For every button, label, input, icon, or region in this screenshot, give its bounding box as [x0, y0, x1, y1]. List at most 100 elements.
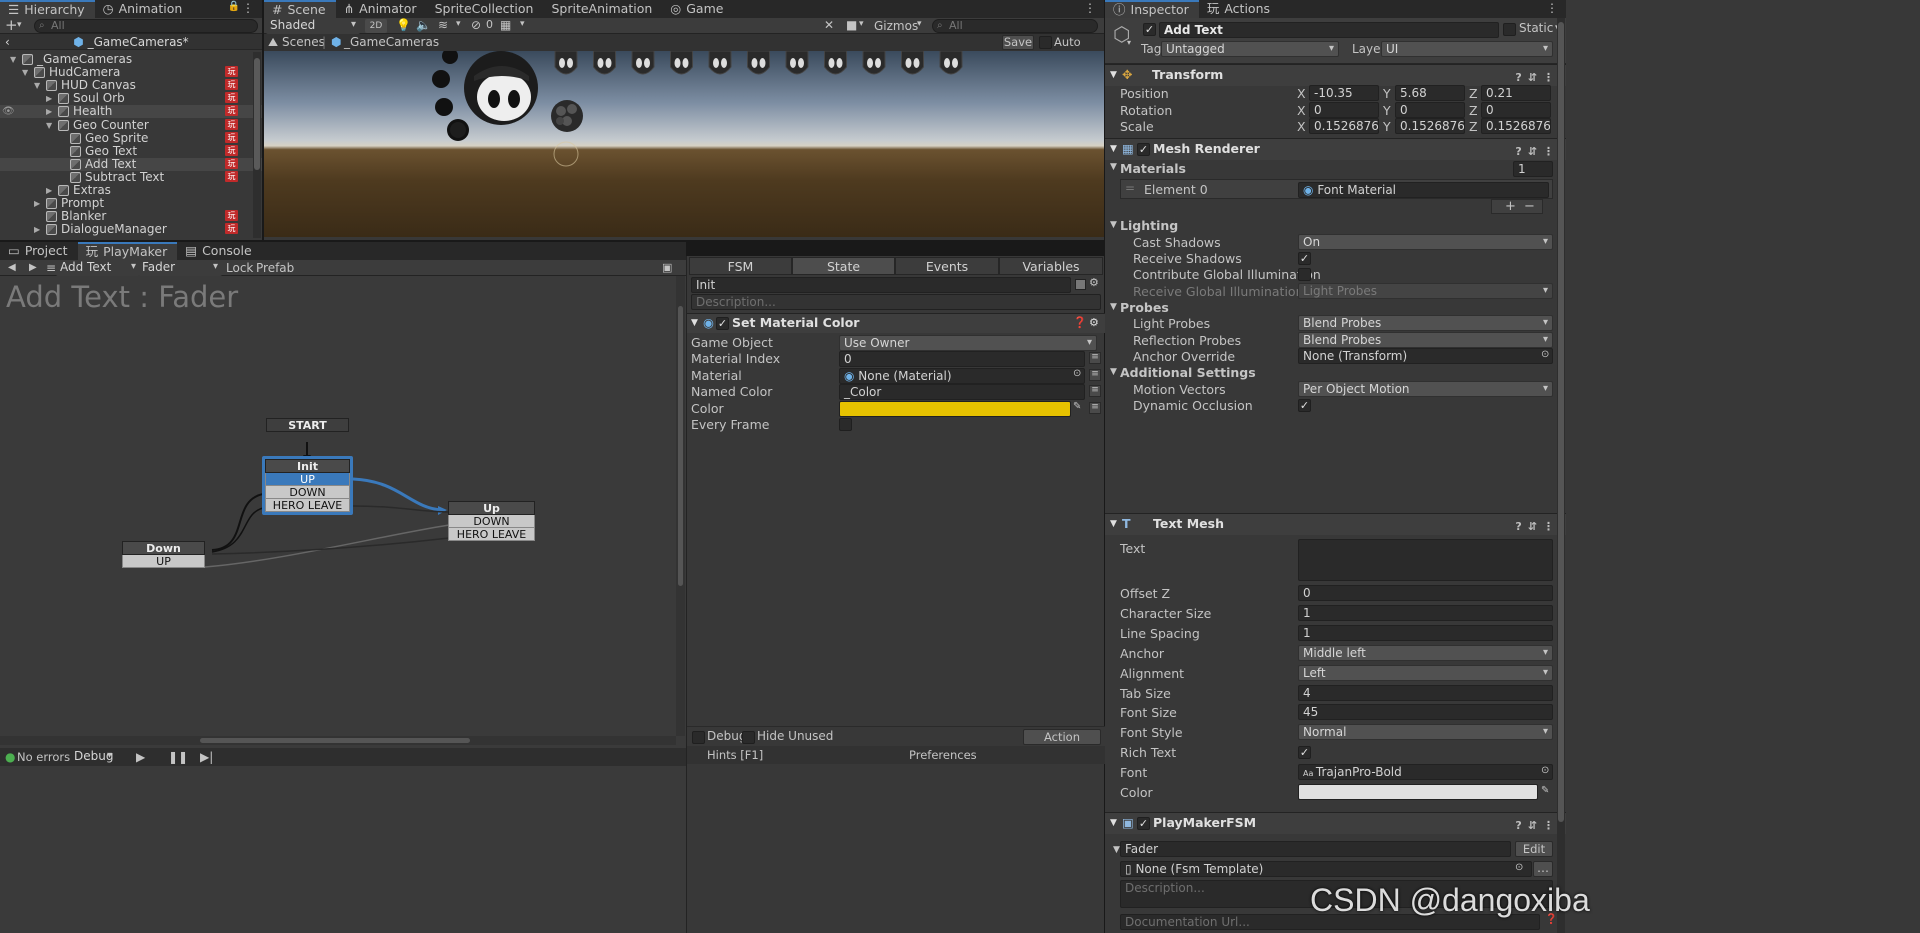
graph-vertical-scrollbar[interactable]: [676, 276, 685, 736]
static-checkbox[interactable]: [1503, 23, 1516, 36]
graph-horizontal-scrollbar[interactable]: [0, 736, 676, 745]
collapse-arrow-icon[interactable]: ▼: [1110, 514, 1117, 534]
transition-hero-leave[interactable]: HERO LEAVE: [448, 528, 535, 541]
tree-item[interactable]: Blanker 玩: [0, 210, 262, 223]
gear-icon[interactable]: ⚙: [1089, 314, 1099, 332]
tab-variables[interactable]: Variables: [999, 257, 1103, 275]
collapsed-arrow-icon[interactable]: ▶: [46, 105, 52, 118]
object-name-input[interactable]: Add Text: [1159, 22, 1499, 38]
add-icon[interactable]: +: [1505, 200, 1516, 213]
prefab-button[interactable]: Prefab: [256, 260, 294, 276]
object-picker-icon[interactable]: ⊙: [1073, 368, 1081, 379]
fsm-edit-button[interactable]: Edit: [1515, 841, 1553, 857]
text-mesh-alignment-field[interactable]: Left: [1298, 664, 1553, 681]
cast-shadows-dropdown[interactable]: On: [1298, 234, 1553, 250]
state-node-down[interactable]: Down UP: [122, 541, 205, 568]
tree-item[interactable]: ▶ DialogueManager 玩: [0, 223, 262, 236]
state-color-swatch[interactable]: [1075, 279, 1086, 290]
axis-x-label[interactable]: X: [1297, 119, 1306, 134]
dynamic-occlusion-checkbox[interactable]: ✓: [1298, 399, 1311, 412]
text-mesh-font-style-field[interactable]: Normal: [1298, 724, 1553, 741]
axis-x-label[interactable]: X: [1297, 103, 1306, 118]
state-description-input[interactable]: Description...: [691, 294, 1101, 310]
transform-header[interactable]: ▼ ✥ Transform ?⇵⋮: [1105, 64, 1566, 86]
preferences-button[interactable]: Preferences: [909, 746, 977, 764]
tab-actions[interactable]: 玩 Actions: [1199, 0, 1280, 18]
tab-state[interactable]: State: [792, 257, 895, 275]
hierarchy-scrollbar[interactable]: [253, 52, 261, 238]
expanded-arrow-icon[interactable]: ▼: [22, 66, 28, 79]
tab-project[interactable]: ▭ Project: [0, 242, 78, 260]
layer-dropdown[interactable]: UI: [1381, 41, 1553, 57]
playmaker-badge-icon[interactable]: 玩: [225, 66, 238, 78]
debug-dropdown[interactable]: Debug: [70, 749, 116, 765]
play-icon[interactable]: ▶: [136, 748, 145, 766]
transform-y-input[interactable]: 0.1526876: [1395, 118, 1465, 134]
camera-icon[interactable]: ■: [846, 18, 857, 32]
object-picker-icon[interactable]: ⊙: [1541, 765, 1549, 776]
transition-down[interactable]: DOWN: [448, 515, 535, 528]
component-header-icons[interactable]: ?⇵⋮: [1515, 142, 1560, 162]
step-icon[interactable]: ▶|: [200, 748, 213, 766]
collapse-arrow-icon[interactable]: ▼: [1110, 162, 1117, 172]
collapsed-arrow-icon[interactable]: ▶: [46, 92, 52, 105]
transform-y-input[interactable]: 0: [1395, 101, 1465, 118]
playmaker-badge-icon[interactable]: 玩: [225, 79, 238, 91]
help-icon[interactable]: ❓: [1073, 314, 1087, 332]
tag-dropdown[interactable]: Untagged: [1161, 41, 1339, 57]
playmaker-badge-icon[interactable]: 玩: [225, 210, 238, 222]
text-mesh-character-size-field[interactable]: 1: [1298, 604, 1553, 621]
playmaker-fsm-header[interactable]: ▼ ▣ ✓ PlayMakerFSM ?⇵⋮: [1105, 812, 1566, 834]
fsm-select[interactable]: Fader: [138, 260, 222, 276]
object-picker-icon[interactable]: ⊙: [1515, 862, 1523, 873]
collapse-arrow-icon[interactable]: ▼: [1110, 302, 1117, 312]
scrollbar-thumb[interactable]: [254, 58, 260, 170]
visibility-eye-icon[interactable]: 👁: [2, 105, 15, 118]
playmaker-badge-icon[interactable]: 玩: [225, 105, 238, 117]
chevron-down-icon[interactable]: ▾: [456, 19, 461, 29]
pause-icon[interactable]: ❚❚: [168, 748, 188, 766]
hide-unused-checkbox[interactable]: [742, 731, 755, 744]
shading-mode-dropdown[interactable]: Shaded: [266, 18, 360, 34]
receive-shadows-checkbox[interactable]: ✓: [1298, 252, 1311, 265]
tab-fsm[interactable]: FSM: [689, 257, 792, 275]
minimap-icon[interactable]: ▣: [662, 260, 672, 276]
chevron-down-icon[interactable]: ▾: [1127, 38, 1131, 47]
mesh-renderer-header[interactable]: ▼ ▦ ✓ Mesh Renderer ?⇵⋮: [1105, 138, 1566, 160]
transform-x-input[interactable]: -10.35: [1309, 85, 1379, 101]
object-picker-icon[interactable]: ⊙: [1541, 349, 1549, 360]
lock-icon[interactable]: 🔒: [228, 1, 240, 12]
tab-playmaker[interactable]: 玩 PlayMaker: [77, 242, 178, 260]
tab-console[interactable]: ▤ Console: [177, 242, 261, 260]
playmaker-enabled-checkbox[interactable]: ✓: [1137, 817, 1150, 830]
breadcrumb-current[interactable]: _GameCameras: [344, 34, 439, 51]
more-icon[interactable]: ⋮: [242, 1, 254, 15]
action-header[interactable]: ▼ ◉ ✓ Set Material Color ❓ ⚙: [687, 313, 1105, 333]
action-field-value[interactable]: Use Owner: [839, 335, 1097, 351]
toggle-2d-button[interactable]: 2D: [365, 19, 387, 33]
axis-x-label[interactable]: X: [1297, 86, 1306, 101]
playmaker-badge-icon[interactable]: 玩: [225, 92, 238, 104]
fsm-name-input[interactable]: Fader: [1120, 841, 1511, 857]
eyedropper-icon[interactable]: ✎: [1541, 785, 1549, 796]
text-mesh-font-size-field[interactable]: 45: [1298, 704, 1553, 721]
back-arrow-icon[interactable]: ◀: [8, 260, 16, 276]
add-icon[interactable]: +: [5, 16, 18, 34]
collapse-arrow-icon[interactable]: ▼: [1113, 845, 1120, 855]
text-mesh-tab-size-field[interactable]: 4: [1298, 684, 1553, 701]
text-mesh-font-field[interactable]: Aa TrajanPro-Bold: [1298, 764, 1553, 781]
text-mesh-offset-z-field[interactable]: 0: [1298, 585, 1553, 601]
transition-up[interactable]: UP: [265, 473, 350, 486]
state-name-input[interactable]: Init: [691, 277, 1071, 293]
debug-checkbox[interactable]: [692, 731, 705, 744]
mesh-renderer-enabled-checkbox[interactable]: ✓: [1137, 143, 1150, 156]
variable-toggle-icon[interactable]: ≡: [1089, 352, 1101, 365]
hierarchy-search-input[interactable]: ⌕ All: [34, 19, 258, 33]
audio-icon[interactable]: 🔈: [416, 18, 431, 32]
reflection-probes-dropdown[interactable]: Blend Probes: [1298, 332, 1553, 348]
breadcrumb-scenes[interactable]: Scenes: [282, 34, 325, 51]
axis-y-label[interactable]: Y: [1383, 119, 1391, 134]
scene-viewport[interactable]: [264, 51, 1104, 237]
drag-handle-icon[interactable]: =: [1125, 181, 1135, 195]
variable-toggle-icon[interactable]: ≡: [1089, 368, 1101, 381]
